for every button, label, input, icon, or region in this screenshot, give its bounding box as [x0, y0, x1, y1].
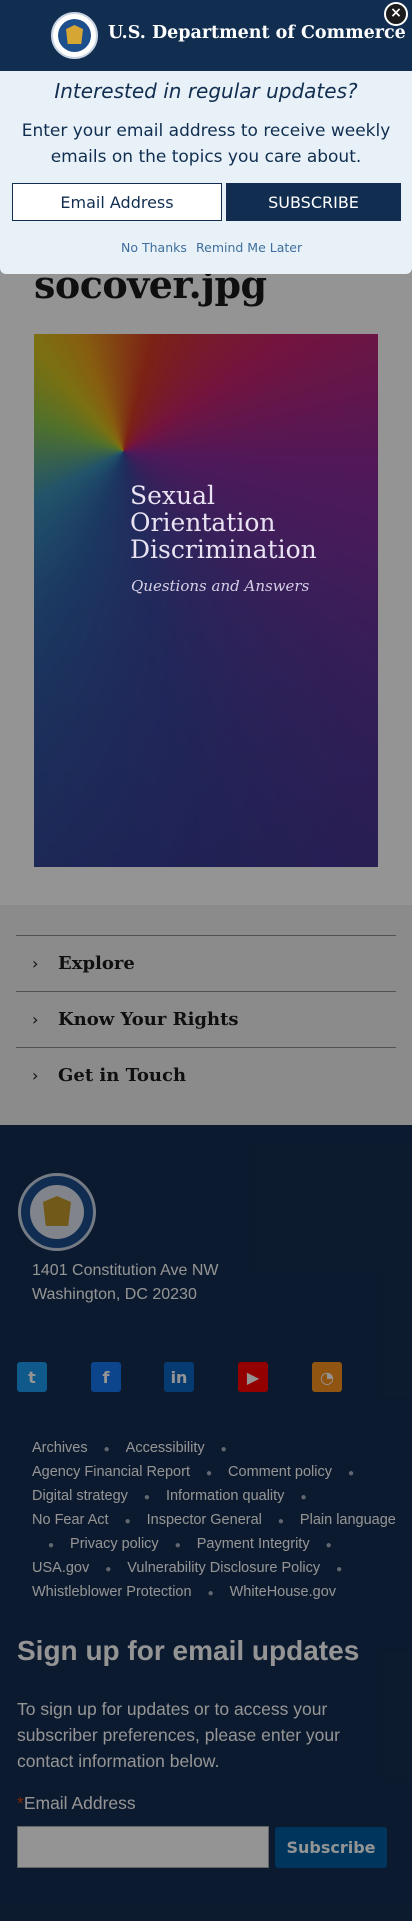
no-thanks-link[interactable]: No Thanks: [121, 240, 187, 255]
modal-heading: Interested in regular updates?: [54, 79, 358, 103]
modal-backdrop[interactable]: [0, 0, 412, 1921]
modal-description: Enter your email address to receive week…: [21, 121, 391, 167]
agency-name: U.S. Department of Commerce: [108, 23, 406, 43]
modal-header: U.S. Department of Commerce ×: [0, 0, 412, 71]
close-icon[interactable]: ×: [384, 2, 408, 26]
cover-title-line: Discrimination: [130, 535, 317, 564]
department-seal-logo: [51, 12, 98, 59]
modal-email-input[interactable]: [12, 183, 222, 221]
remind-later-link[interactable]: Remind Me Later: [196, 240, 302, 255]
cover-title-line: Sexual: [130, 481, 216, 510]
cover-subtitle: Questions and Answers: [131, 577, 310, 595]
cover-title: Sexual Orientation Discrimination: [130, 482, 317, 563]
cover-title-line: Orientation: [130, 508, 276, 537]
modal-subscribe-button[interactable]: SUBSCRIBE: [226, 183, 401, 221]
email-signup-modal: Interested in regular updates? Enter you…: [0, 71, 412, 274]
